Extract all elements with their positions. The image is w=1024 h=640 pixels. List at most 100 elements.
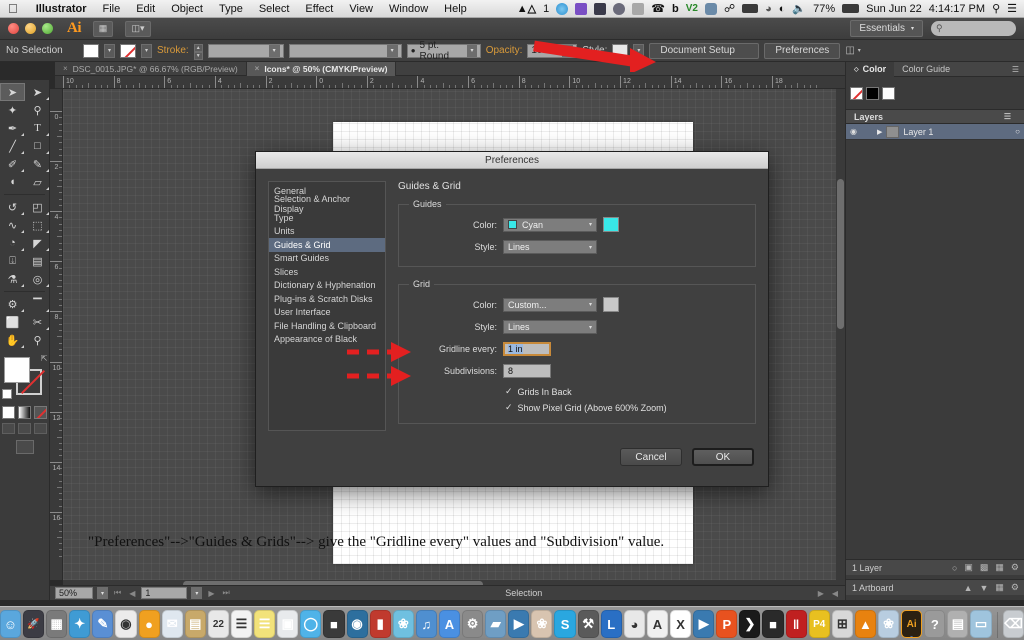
messages-icon[interactable]: ◯ [300,610,322,638]
last-page-icon[interactable]: ⏭ [221,588,232,598]
fill-swatch-dropdown[interactable]: ▾ [104,43,115,58]
photos-icon[interactable]: ❀ [392,610,414,638]
graphic-style-dropdown[interactable]: ▾ [633,43,645,58]
brush-definition-combo[interactable]: ● 5 pt. Round ▾ [406,40,481,62]
reminders-icon[interactable]: ☰ [230,610,253,638]
close-window-button[interactable] [8,23,19,34]
minimize-window-button[interactable] [25,23,36,34]
tab-color-guide[interactable]: Color Guide [894,62,958,77]
panel-menu-icon[interactable]: ☰ [1012,65,1019,74]
preferences-button[interactable]: Preferences [764,42,841,59]
app-store-yellow-icon[interactable]: ▣ [277,610,299,638]
menu-item-edit[interactable]: Edit [128,3,163,15]
guides-color-dropdown[interactable]: Cyan ▾ [503,217,597,232]
acrobat-icon[interactable]: A [646,610,669,638]
input-source-icon[interactable]: ▲△ [517,2,536,15]
next-page-icon[interactable]: ▶ [206,589,216,598]
contacts-icon[interactable]: ▤ [184,610,206,638]
phone-icon[interactable]: ☎ [651,2,665,15]
category-units[interactable]: Units [269,225,385,239]
scrollbar-thumb[interactable] [837,179,844,329]
lasso-tool[interactable]: ⚲ [25,101,50,119]
notification-center-icon[interactable]: ☰ [1007,2,1017,15]
calendar-icon[interactable]: 22 [207,610,229,638]
paintbrush-tool[interactable]: ✐ [0,155,25,173]
launchpad-icon[interactable]: 🚀 [22,610,45,638]
color-white-swatch[interactable] [882,86,895,100]
prev-page-icon[interactable]: ◀ [127,589,137,598]
stroke-swatch-dropdown[interactable]: ▾ [141,43,152,58]
trash-icon[interactable]: ⌫ [1003,610,1024,638]
slice-tool[interactable]: ✂ [25,313,50,331]
move-up-icon[interactable]: ▲ [964,583,973,593]
layer-name-label[interactable]: Layer 1 [903,127,933,137]
fill-color-swatch[interactable] [83,43,99,58]
excel-icon[interactable]: X [670,610,692,638]
shield-icon[interactable] [594,2,607,15]
pencil-tool[interactable]: ✎ [25,155,50,173]
document-tab-dsc0015[interactable]: × DSC_0015.JPG* @ 66.67% (RGB/Preview) [55,61,247,76]
chevron-down-icon[interactable]: ▾ [268,44,280,57]
eye-icon[interactable]: ◉ [850,127,857,136]
color-panel-menu[interactable]: ☰ [1012,65,1024,74]
screen-icon[interactable]: ■ [762,610,784,638]
delete-artboard-icon[interactable]: ⚙ [1011,582,1019,593]
arrange-documents-icon[interactable]: ◫▾ [125,20,151,37]
notes-blue-icon[interactable]: ✎ [92,610,114,638]
clock-icon[interactable]: ◕ [765,3,772,15]
opacity-combo[interactable]: 100% ▾ [527,43,578,58]
hand-tool[interactable]: ✋ [0,331,25,349]
zoom-level-field[interactable]: 50% [55,587,93,599]
grid-style-dropdown[interactable]: Lines ▾ [503,320,597,334]
lync-icon[interactable]: L [600,610,622,638]
menu-item-help[interactable]: Help [436,3,475,15]
selection-tool[interactable]: ➤ [0,83,25,101]
preview-icon[interactable]: ❀ [878,610,900,638]
draw-inside-icon[interactable] [34,423,47,434]
downloads-stack-icon[interactable]: ▤ [947,610,969,638]
bridge-icon[interactable]: ▦ [93,20,113,37]
rotate-tool[interactable]: ↺ [0,198,25,216]
chevron-down-icon[interactable]: ▾ [562,44,574,57]
bell-icon[interactable] [632,2,645,15]
target-indicator-icon[interactable]: ○ [1015,127,1020,136]
delete-layer-icon[interactable]: ⚙ [1011,562,1019,573]
symbol-sprayer-tool[interactable]: ⚙ [0,295,25,313]
cleaner-icon[interactable]: ⚒ [577,610,599,638]
line-segment-tool[interactable]: ╱ [0,137,25,155]
subdivisions-input[interactable]: 8 [503,364,551,378]
documents-folder-icon[interactable]: ▭ [970,610,992,638]
draw-behind-icon[interactable] [18,423,31,434]
facetime-icon[interactable]: ■ [323,610,345,638]
battery-meter-icon[interactable] [742,4,759,13]
panel-menu-icon[interactable]: ☰ [1004,112,1011,121]
system-preferences-icon[interactable]: ⚙ [462,610,484,638]
cancel-button[interactable]: Cancel [620,448,682,466]
skype-icon[interactable]: S [554,610,576,638]
stroke-color-swatch[interactable] [120,43,136,58]
bluetooth-icon[interactable]: ☍ [724,2,735,15]
draw-normal-icon[interactable] [2,423,15,434]
color-black-swatch[interactable] [866,86,879,100]
mail-icon[interactable]: ✉ [161,610,183,638]
ok-button[interactable]: OK [692,448,754,466]
calculator-icon[interactable]: ⊞ [831,610,853,638]
menu-item-file[interactable]: File [94,3,128,15]
truck-icon[interactable]: ▰ [485,610,507,638]
notes-icon[interactable]: ☰ [254,610,276,638]
menu-item-window[interactable]: Window [381,3,436,15]
zoom-tool[interactable]: ⚲ [25,331,50,349]
maximize-window-button[interactable] [42,23,53,34]
battery-percent-label[interactable]: 77% [813,3,835,15]
type-tool[interactable]: T [25,119,50,137]
mission-control-icon[interactable]: ▦ [46,610,68,638]
battery-icon[interactable] [842,4,860,13]
magic-wand-tool[interactable]: ✦ [0,101,25,119]
category-appearance-of-black[interactable]: Appearance of Black [269,333,385,347]
blob-brush-tool[interactable]: ◖ [0,173,25,191]
category-smart-guides[interactable]: Smart Guides [269,252,385,266]
vpn-icon[interactable] [575,2,588,15]
document-setup-button[interactable]: Document Setup [649,42,760,59]
menu-item-type[interactable]: Type [211,3,251,15]
fill-swatch-large[interactable] [3,357,30,383]
